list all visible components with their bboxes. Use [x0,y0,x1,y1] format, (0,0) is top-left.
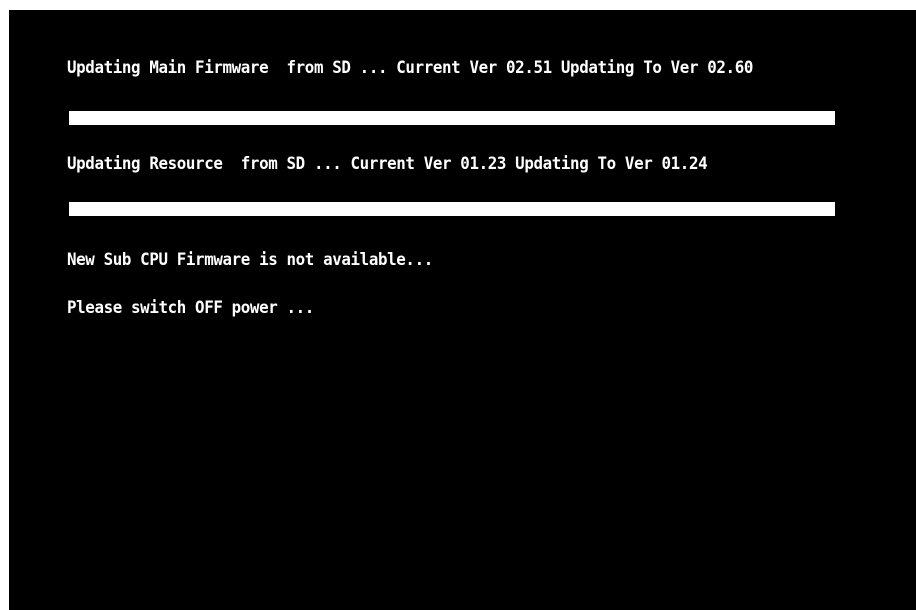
resource-progress-fill [69,202,835,216]
switch-off-instruction-text: Please switch OFF power ... [67,298,314,318]
sub-cpu-status-text: New Sub CPU Firmware is not available... [67,250,433,270]
resource-progress-bar [69,202,835,216]
main-firmware-status-text: Updating Main Firmware from SD ... Curre… [67,58,753,78]
resource-status-text: Updating Resource from SD ... Current Ve… [67,154,708,174]
main-firmware-progress-fill [69,111,835,125]
main-firmware-progress-bar [69,111,835,125]
firmware-update-screen: Updating Main Firmware from SD ... Curre… [9,10,916,610]
